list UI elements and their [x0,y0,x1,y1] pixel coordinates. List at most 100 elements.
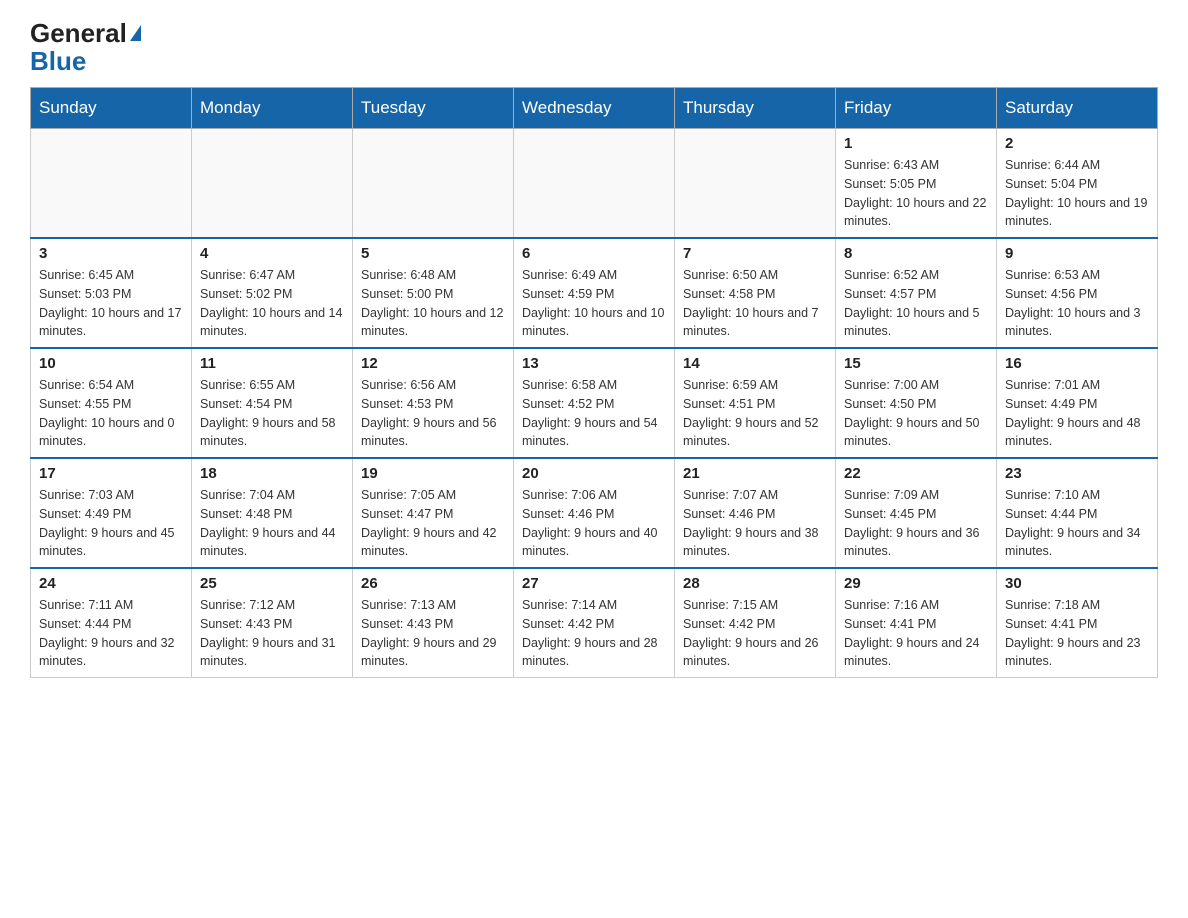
calendar-cell-3-6: 15 Sunrise: 7:00 AM Sunset: 4:50 PM Dayli… [836,348,997,458]
day-number: 4 [200,245,344,262]
calendar-cell-5-4: 27Sunrise: 7:14 AM Sunset: 4:42 PM Dayli… [514,568,675,678]
day-info: Sunrise: 6:43 AM Sunset: 5:05 PM Dayligh… [844,156,988,231]
day-number: 10 [39,355,183,372]
calendar-cell-3-4: 13Sunrise: 6:58 AM Sunset: 4:52 PM Dayli… [514,348,675,458]
day-info: Sunrise: 7:09 AM Sunset: 4:45 PM Dayligh… [844,486,988,561]
day-info: Sunrise: 7:15 AM Sunset: 4:42 PM Dayligh… [683,596,827,671]
day-number: 3 [39,245,183,262]
day-info: Sunrise: 6:49 AM Sunset: 4:59 PM Dayligh… [522,266,666,341]
day-info: Sunrise: 6:50 AM Sunset: 4:58 PM Dayligh… [683,266,827,341]
day-info: Sunrise: 6:56 AM Sunset: 4:53 PM Dayligh… [361,376,505,451]
calendar-cell-1-6: 1 Sunrise: 6:43 AM Sunset: 5:05 PM Daylig… [836,129,997,239]
day-number: 18 [200,465,344,482]
calendar-cell-5-6: 29 Sunrise: 7:16 AM Sunset: 4:41 PM Dayli… [836,568,997,678]
day-number: 2 [1005,135,1149,152]
day-info: Sunrise: 7:05 AM Sunset: 4:47 PM Dayligh… [361,486,505,561]
calendar-cell-2-6: 8Sunrise: 6:52 AM Sunset: 4:57 PM Daylig… [836,238,997,348]
day-number: 20 [522,465,666,482]
day-info: Sunrise: 6:58 AM Sunset: 4:52 PM Dayligh… [522,376,666,451]
calendar-cell-2-5: 7Sunrise: 6:50 AM Sunset: 4:58 PM Daylig… [675,238,836,348]
day-info: Sunrise: 7:12 AM Sunset: 4:43 PM Dayligh… [200,596,344,671]
weekday-header-sunday: Sunday [31,88,192,129]
day-info: Sunrise: 7:14 AM Sunset: 4:42 PM Dayligh… [522,596,666,671]
day-number: 12 [361,355,505,372]
logo-triangle-icon [130,25,141,41]
day-info: Sunrise: 6:53 AM Sunset: 4:56 PM Dayligh… [1005,266,1149,341]
day-number: 5 [361,245,505,262]
day-number: 19 [361,465,505,482]
calendar-cell-1-1 [31,129,192,239]
calendar-cell-4-7: 23 Sunrise: 7:10 AM Sunset: 4:44 PM Dayli… [997,458,1158,568]
day-number: 1 [844,135,988,152]
day-info: Sunrise: 6:44 AM Sunset: 5:04 PM Dayligh… [1005,156,1149,231]
calendar-week-row-5: 24 Sunrise: 7:11 AM Sunset: 4:44 PM Dayli… [31,568,1158,678]
day-info: Sunrise: 7:13 AM Sunset: 4:43 PM Dayligh… [361,596,505,671]
day-number: 22 [844,465,988,482]
day-info: Sunrise: 6:55 AM Sunset: 4:54 PM Dayligh… [200,376,344,451]
day-number: 16 [1005,355,1149,372]
calendar-cell-1-3 [353,129,514,239]
day-info: Sunrise: 7:16 AM Sunset: 4:41 PM Dayligh… [844,596,988,671]
day-info: Sunrise: 6:48 AM Sunset: 5:00 PM Dayligh… [361,266,505,341]
day-info: Sunrise: 6:59 AM Sunset: 4:51 PM Dayligh… [683,376,827,451]
day-number: 28 [683,575,827,592]
calendar-cell-2-7: 9Sunrise: 6:53 AM Sunset: 4:56 PM Daylig… [997,238,1158,348]
day-number: 26 [361,575,505,592]
calendar-cell-1-4 [514,129,675,239]
calendar-cell-3-1: 10 Sunrise: 6:54 AM Sunset: 4:55 PM Dayli… [31,348,192,458]
calendar-cell-5-5: 28 Sunrise: 7:15 AM Sunset: 4:42 PM Dayli… [675,568,836,678]
weekday-header-monday: Monday [192,88,353,129]
day-number: 15 [844,355,988,372]
calendar-week-row-2: 3 Sunrise: 6:45 AM Sunset: 5:03 PM Daylig… [31,238,1158,348]
day-number: 29 [844,575,988,592]
day-info: Sunrise: 6:52 AM Sunset: 4:57 PM Dayligh… [844,266,988,341]
day-info: Sunrise: 6:45 AM Sunset: 5:03 PM Dayligh… [39,266,183,341]
calendar-week-row-1: 1 Sunrise: 6:43 AM Sunset: 5:05 PM Daylig… [31,129,1158,239]
calendar-cell-4-5: 21 Sunrise: 7:07 AM Sunset: 4:46 PM Dayli… [675,458,836,568]
weekday-header-saturday: Saturday [997,88,1158,129]
day-number: 21 [683,465,827,482]
day-info: Sunrise: 7:11 AM Sunset: 4:44 PM Dayligh… [39,596,183,671]
calendar-cell-2-1: 3 Sunrise: 6:45 AM Sunset: 5:03 PM Daylig… [31,238,192,348]
logo-blue-text: Blue [30,46,86,77]
calendar-week-row-3: 10 Sunrise: 6:54 AM Sunset: 4:55 PM Dayli… [31,348,1158,458]
day-number: 11 [200,355,344,372]
calendar-table: SundayMondayTuesdayWednesdayThursdayFrid… [30,87,1158,678]
calendar-cell-2-3: 5 Sunrise: 6:48 AM Sunset: 5:00 PM Daylig… [353,238,514,348]
calendar-cell-4-2: 18 Sunrise: 7:04 AM Sunset: 4:48 PM Dayli… [192,458,353,568]
calendar-cell-1-5 [675,129,836,239]
day-number: 14 [683,355,827,372]
calendar-cell-3-2: 11 Sunrise: 6:55 AM Sunset: 4:54 PM Dayli… [192,348,353,458]
calendar-cell-5-1: 24 Sunrise: 7:11 AM Sunset: 4:44 PM Dayli… [31,568,192,678]
day-number: 30 [1005,575,1149,592]
day-info: Sunrise: 7:00 AM Sunset: 4:50 PM Dayligh… [844,376,988,451]
weekday-header-friday: Friday [836,88,997,129]
weekday-header-wednesday: Wednesday [514,88,675,129]
logo-general-text: General [30,20,127,46]
calendar-cell-4-3: 19 Sunrise: 7:05 AM Sunset: 4:47 PM Dayli… [353,458,514,568]
calendar-cell-5-7: 30 Sunrise: 7:18 AM Sunset: 4:41 PM Dayli… [997,568,1158,678]
calendar-cell-5-2: 25 Sunrise: 7:12 AM Sunset: 4:43 PM Dayli… [192,568,353,678]
calendar-cell-4-4: 20 Sunrise: 7:06 AM Sunset: 4:46 PM Dayli… [514,458,675,568]
day-info: Sunrise: 7:01 AM Sunset: 4:49 PM Dayligh… [1005,376,1149,451]
day-info: Sunrise: 6:54 AM Sunset: 4:55 PM Dayligh… [39,376,183,451]
day-number: 23 [1005,465,1149,482]
day-number: 24 [39,575,183,592]
day-info: Sunrise: 7:18 AM Sunset: 4:41 PM Dayligh… [1005,596,1149,671]
day-info: Sunrise: 6:47 AM Sunset: 5:02 PM Dayligh… [200,266,344,341]
calendar-cell-1-2 [192,129,353,239]
day-info: Sunrise: 7:10 AM Sunset: 4:44 PM Dayligh… [1005,486,1149,561]
weekday-header-tuesday: Tuesday [353,88,514,129]
page-header: General Blue [30,20,1158,77]
calendar-cell-3-3: 12 Sunrise: 6:56 AM Sunset: 4:53 PM Dayli… [353,348,514,458]
weekday-header-thursday: Thursday [675,88,836,129]
day-number: 6 [522,245,666,262]
calendar-cell-4-6: 22 Sunrise: 7:09 AM Sunset: 4:45 PM Dayli… [836,458,997,568]
calendar-week-row-4: 17Sunrise: 7:03 AM Sunset: 4:49 PM Dayli… [31,458,1158,568]
day-info: Sunrise: 7:04 AM Sunset: 4:48 PM Dayligh… [200,486,344,561]
logo: General Blue [30,20,141,77]
day-info: Sunrise: 7:07 AM Sunset: 4:46 PM Dayligh… [683,486,827,561]
weekday-header-row: SundayMondayTuesdayWednesdayThursdayFrid… [31,88,1158,129]
day-number: 25 [200,575,344,592]
day-info: Sunrise: 7:06 AM Sunset: 4:46 PM Dayligh… [522,486,666,561]
